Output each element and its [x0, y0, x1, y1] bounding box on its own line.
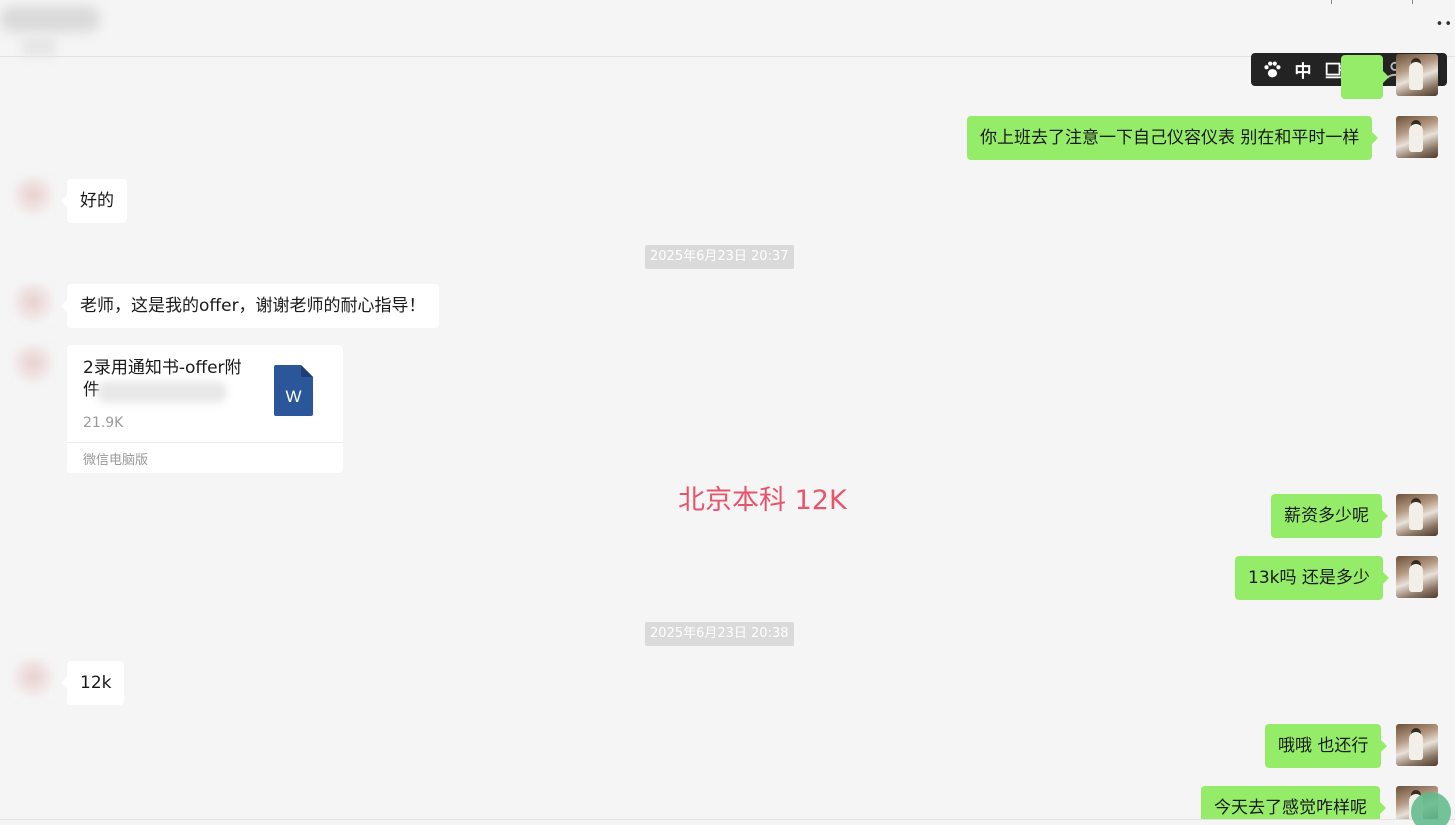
divider [1412, 0, 1413, 4]
message-bubble-incoming[interactable]: 12k [60, 661, 125, 705]
file-icon-letter: W [285, 387, 301, 406]
file-size: 21.9K [83, 415, 124, 431]
message-bubble-outgoing[interactable]: 你上班去了注意一下自己仪容仪表 别在和平时一样 [967, 116, 1379, 160]
divider [1331, 0, 1332, 4]
message-clip-area: 今天去了感觉咋样呢 [0, 780, 1455, 819]
more-dots-icon[interactable]: •• [1436, 18, 1453, 31]
word-file-icon: W [274, 365, 313, 416]
contact-avatar[interactable] [12, 344, 54, 386]
app-logo-icon [1411, 792, 1451, 825]
contact-avatar[interactable] [12, 658, 54, 700]
file-message-card[interactable]: 2录用通知书-offer附件 21.9K W 微信电脑版 [67, 345, 343, 473]
contact-avatar[interactable] [12, 283, 54, 325]
message-bubble-outgoing[interactable]: 薪资多少呢 [1271, 494, 1388, 538]
contact-avatar[interactable] [12, 176, 54, 218]
my-avatar[interactable] [1396, 54, 1438, 96]
redacted-area [97, 381, 227, 403]
contact-name-redacted [0, 6, 100, 32]
my-avatar[interactable] [1396, 556, 1438, 598]
file-source: 微信电脑版 [83, 453, 149, 468]
message-timestamp: 2025年6月23日 20:38 [645, 622, 794, 646]
message-bubble-outgoing[interactable]: 哦哦 也还行 [1265, 724, 1388, 768]
my-avatar[interactable] [1396, 494, 1438, 536]
my-avatar[interactable] [1396, 116, 1438, 158]
message-bubble-incoming[interactable]: 老师，这是我的offer，谢谢老师的耐心指导！ [61, 284, 439, 328]
chat-header: •• [0, 0, 1455, 57]
my-avatar[interactable] [1396, 724, 1438, 766]
divider [67, 442, 343, 443]
message-bubble-partial[interactable] [1341, 55, 1389, 99]
paw-icon[interactable] [1259, 57, 1285, 83]
message-timestamp: 2025年6月23日 20:37 [645, 245, 794, 269]
overlay-annotation: 北京本科 12K [678, 485, 847, 516]
message-bubble-outgoing[interactable]: 13k吗 还是多少 [1235, 556, 1389, 600]
chinese-mode-icon[interactable]: 中 [1290, 57, 1316, 83]
message-bubble-incoming[interactable]: 好的 [61, 179, 127, 223]
message-bubble-outgoing[interactable]: 今天去了感觉咋样呢 [1201, 786, 1386, 819]
divider [0, 819, 1455, 820]
redacted-area [22, 36, 56, 56]
